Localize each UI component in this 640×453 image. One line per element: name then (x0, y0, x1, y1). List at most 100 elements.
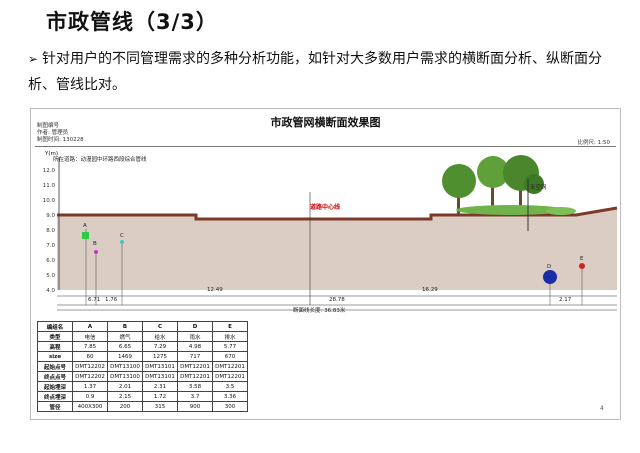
bullet-paragraph: ➢ 针对用户的不同管理需求的多种分析功能，如针对大多数用户需求的横断面分析、纵断面… (28, 46, 628, 98)
table-header-row: 编组名 A B C D E (37, 321, 248, 332)
dimension-label: 2.17 (559, 297, 572, 303)
table-cell: 3.7 (177, 391, 213, 402)
pipe-e-marker (579, 263, 585, 269)
table-cell: 717 (177, 351, 213, 362)
table-cell: DMT12202 (72, 361, 108, 372)
y-tick-label: 4.0 (46, 288, 55, 294)
table-cell: 900 (177, 401, 213, 412)
table-cell: 3.36 (212, 391, 248, 402)
dimension-label: 1.76 (105, 297, 118, 303)
section-road-label: 所在道路：动漫园中环路西段综合管线 (53, 157, 147, 163)
table-row: 起始点号 DMT12202 DMT13100 DMT13101 DMT12201… (37, 361, 248, 372)
table-cell: size (37, 351, 73, 362)
table-cell: 起始埋深 (37, 381, 73, 392)
bullet-arrow-icon: ➢ (28, 52, 39, 66)
table-cell: 雨水 (177, 331, 213, 342)
dimension-label: 16.29 (422, 287, 438, 293)
table-cell: 7.29 (142, 341, 178, 352)
pipe-d-marker (543, 270, 557, 284)
table-row: 类型 电信 燃气 给水 雨水 排水 (37, 331, 248, 342)
table-row: 管径 400X300 200 315 900 300 (37, 401, 248, 412)
table-cell: 60 (72, 351, 108, 362)
pipe-e-label: E (580, 256, 584, 262)
pipe-a-marker (82, 232, 89, 239)
table-row: size 60 1469 1275 717 670 (37, 351, 248, 362)
pipe-b-marker (94, 250, 98, 254)
table-cell: 200 (107, 401, 143, 412)
table-cell: C (142, 321, 178, 332)
y-tick-label: 10.0 (42, 198, 55, 204)
cross-section-figure: 市政管网横断面效果图 制图编号 作者: 管理员 制图时间: 130228 比例尺… (30, 108, 621, 420)
table-cell: D (177, 321, 213, 332)
table-cell: DMT13100 (107, 361, 143, 372)
table-cell: 400X300 (72, 401, 108, 412)
table-cell: 300 (212, 401, 248, 412)
table-cell: 电信 (72, 331, 108, 342)
pipe-c-label: C (120, 233, 124, 239)
dimension-label: 12.49 (207, 287, 223, 293)
table-cell: 3.5 (212, 381, 248, 392)
table-cell: 4.98 (177, 341, 213, 352)
table-cell: DMT13101 (142, 361, 178, 372)
y-tick-label: 7.0 (46, 243, 55, 249)
table-cell: 2.01 (107, 381, 143, 392)
table-cell: 1.72 (142, 391, 178, 402)
table-cell: B (107, 321, 143, 332)
table-cell: 6.65 (107, 341, 143, 352)
table-cell: 3.58 (177, 381, 213, 392)
pipe-b-label: B (93, 241, 97, 247)
table-row: 终点点号 DMT12202 DMT13100 DMT13101 DMT12201… (37, 371, 248, 382)
table-row: 高程 7.85 6.65 7.29 4.98 5.77 (37, 341, 248, 352)
y-tick-label: 5.0 (46, 273, 55, 279)
table-cell: 终点埋深 (37, 391, 73, 402)
y-tick-label: 6.0 (46, 258, 55, 264)
table-cell: 2.15 (107, 391, 143, 402)
table-cell: 315 (142, 401, 178, 412)
pipe-attribute-table: 编组名 A B C D E 类型 电信 燃气 给水 雨水 排水 高程 7.85 … (37, 321, 248, 412)
table-row: 终点埋深 0.9 2.15 1.72 3.7 3.36 (37, 391, 248, 402)
table-cell: 排水 (212, 331, 248, 342)
bullet-text: 针对用户的不同管理需求的多种分析功能，如针对大多数用户需求的横断面分析、纵断面分… (28, 51, 602, 93)
table-cell: 管径 (37, 401, 73, 412)
table-cell: 0.9 (72, 391, 108, 402)
pipe-c-marker (120, 240, 124, 244)
dimension-label: 6.71 (88, 297, 101, 303)
table-cell: DMT13101 (142, 371, 178, 382)
y-tick-label: 12.0 (42, 168, 55, 174)
y-tick-label: 8.0 (46, 228, 55, 234)
dimension-label: 28.78 (329, 297, 345, 303)
table-cell: 1275 (142, 351, 178, 362)
table-cell: DMT12201 (212, 371, 248, 382)
slide-title: 市政管线（3/3） (46, 10, 218, 34)
total-length-label: 断面线长度: 36.83米 (293, 308, 346, 314)
page-number: 4 (600, 405, 604, 412)
table-cell: 类型 (37, 331, 73, 342)
center-line-label: 道路中心线 (310, 204, 341, 211)
table-cell: 高程 (37, 341, 73, 352)
table-cell: 编组名 (37, 321, 73, 332)
table-cell: DMT13100 (107, 371, 143, 382)
table-cell: DMT12201 (177, 371, 213, 382)
table-cell: DMT12202 (72, 371, 108, 382)
y-tick-label: 9.0 (46, 213, 55, 219)
tree-group (442, 155, 576, 215)
table-cell: 2.31 (142, 381, 178, 392)
table-cell: 燃气 (107, 331, 143, 342)
table-cell: 1469 (107, 351, 143, 362)
table-cell: 给水 (142, 331, 178, 342)
y-tick-label: 11.0 (42, 183, 55, 189)
table-cell: 7.85 (72, 341, 108, 352)
table-cell: 起始点号 (37, 361, 73, 372)
table-cell: 5.77 (212, 341, 248, 352)
pipe-a-label: A (83, 223, 87, 229)
table-row: 起始埋深 1.37 2.01 2.31 3.58 3.5 (37, 381, 248, 392)
table-cell: 终点点号 (37, 371, 73, 382)
table-cell: A (72, 321, 108, 332)
sky-network-label: 天空网 (530, 185, 547, 191)
table-cell: 670 (212, 351, 248, 362)
table-cell: 1.37 (72, 381, 108, 392)
pipe-d-label: D (547, 264, 552, 270)
table-cell: DMT12201 (212, 361, 248, 372)
table-cell: E (212, 321, 248, 332)
table-cell: DMT12201 (177, 361, 213, 372)
